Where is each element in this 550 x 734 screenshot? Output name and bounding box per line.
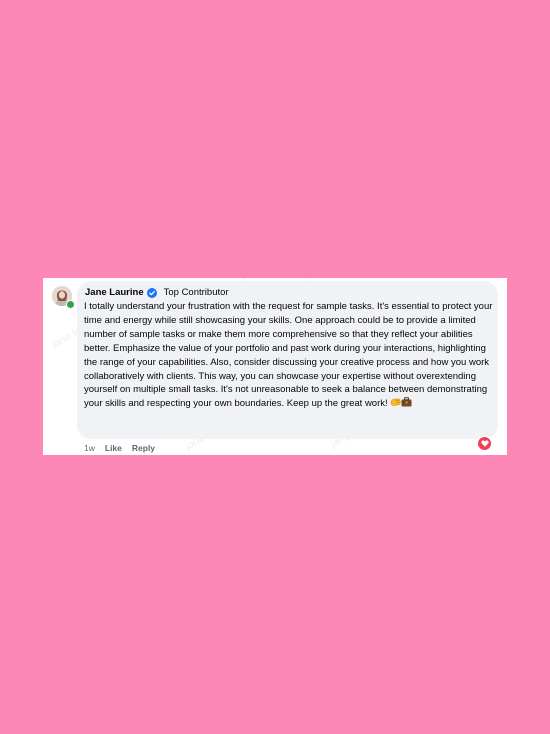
top-contributor-badge: Top Contributor <box>163 287 229 298</box>
comment-text: I totally understand your frustration wi… <box>84 301 493 410</box>
like-button[interactable]: Like <box>105 443 122 453</box>
reply-button[interactable]: Reply <box>132 443 155 453</box>
comment-bubble: Jane Laurine Top Contributor I totally u… <box>77 281 498 439</box>
heart-reaction-icon[interactable] <box>477 436 492 451</box>
comment-timestamp[interactable]: 1w <box>84 443 95 453</box>
briefcase-icon <box>401 397 412 412</box>
verified-icon <box>146 288 157 298</box>
hand-icon <box>390 397 402 412</box>
comment-body: I totally understand your frustration wi… <box>84 300 494 412</box>
comment-header: Jane Laurine Top Contributor <box>85 287 229 299</box>
online-status-indicator <box>66 300 75 309</box>
comment-actions: 1w Like Reply <box>84 443 155 453</box>
author-name[interactable]: Jane Laurine <box>85 287 144 299</box>
comment-card: jane laurine jane laurine jane laurine j… <box>43 278 507 455</box>
